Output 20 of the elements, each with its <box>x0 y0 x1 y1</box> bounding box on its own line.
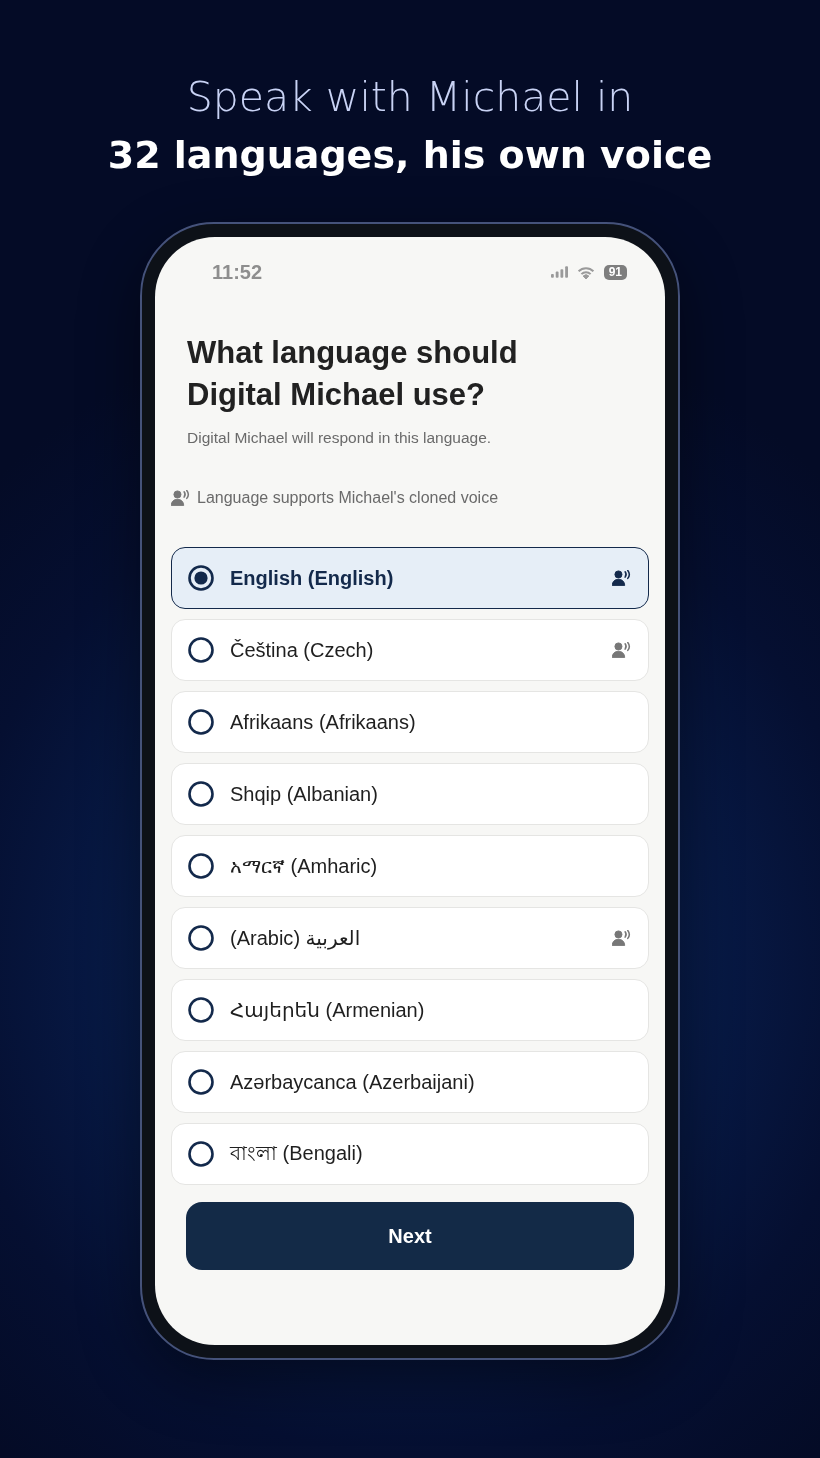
language-option[interactable]: Čeština (Czech) <box>171 619 649 681</box>
language-option[interactable]: বাংলা (Bengali) <box>171 1123 649 1185</box>
headline-highlight: 32 languages, his own voice <box>107 132 713 179</box>
language-option[interactable]: Afrikaans (Afrikaans) <box>171 691 649 753</box>
headline-intro: Speak with Michael in <box>186 72 634 123</box>
language-option[interactable]: English (English) <box>171 547 649 609</box>
screen-subtitle: Digital Michael will respond in this language. <box>187 428 492 448</box>
legend-text: Language supports Michael's cloned voice <box>197 488 499 508</box>
signal-icon <box>550 266 568 278</box>
language-option[interactable]: العربية (Arabic) <box>171 907 649 969</box>
next-button[interactable]: Next <box>186 1202 634 1270</box>
language-option[interactable]: Shqip (Albanian) <box>171 763 649 825</box>
language-option[interactable]: አማርኛ (Amharic) <box>171 835 649 897</box>
battery-indicator: 91 <box>603 264 627 280</box>
wifi-icon <box>576 265 595 279</box>
speaking-person-icon <box>171 490 191 506</box>
status-time: 11:52 <box>212 260 263 284</box>
language-option[interactable]: Azərbaycanca (Azerbaijani) <box>171 1051 649 1113</box>
language-option[interactable]: Հայերեն (Armenian) <box>171 979 649 1041</box>
screen-title: What language should Digital Michael use? <box>187 334 519 414</box>
